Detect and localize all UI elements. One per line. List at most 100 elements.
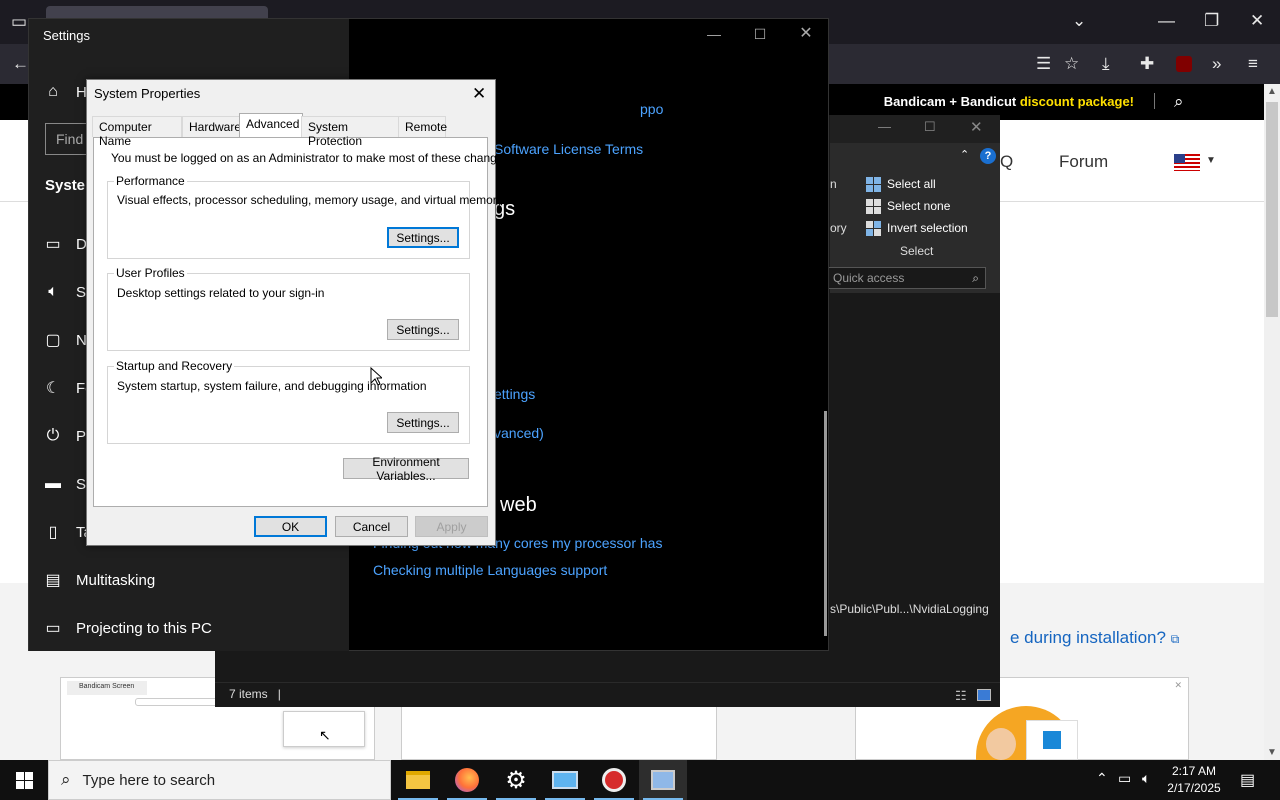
apply-button[interactable]: Apply (415, 516, 488, 537)
tab-remote[interactable]: Remote (398, 116, 447, 137)
performance-settings-button[interactable]: Settings... (387, 227, 459, 248)
sidebar-item-display[interactable]: ▭ D (44, 232, 86, 256)
select-none-label: Select none (887, 199, 951, 213)
collapse-ribbon-icon[interactable]: ⌃ (960, 148, 969, 161)
settings-title: Settings (43, 28, 90, 43)
firefox-icon (455, 768, 479, 792)
tab-system-protection[interactable]: System Protection (301, 116, 399, 148)
taskbar-app-firefox[interactable] (443, 760, 491, 800)
tab-computer-name[interactable]: Computer Name (92, 116, 182, 148)
clock-date: 2/17/2025 (1167, 781, 1221, 795)
close-icon[interactable]: ✕ (783, 19, 829, 49)
caret-down-icon[interactable]: ▼ (1206, 155, 1216, 166)
sidebar-item-notifications[interactable]: ▢ N (44, 328, 86, 352)
invert-selection-button[interactable]: Invert selection (866, 217, 968, 239)
file-path[interactable]: s\Public\Publ...\NvidiaLogging (830, 602, 989, 616)
start-button[interactable] (0, 760, 48, 800)
sidebar-item-storage[interactable]: ▬ St (44, 472, 90, 496)
minimize-icon[interactable]: — (691, 19, 737, 49)
cancel-button[interactable]: Cancel (335, 516, 408, 537)
ublock-icon[interactable] (1176, 56, 1192, 72)
tablet-icon: ▯ (48, 524, 58, 541)
taskbar-app-settings[interactable]: ⚙ (492, 760, 540, 800)
environment-variables-button[interactable]: Environment Variables... (343, 455, 469, 483)
select-all-button[interactable]: Select all (866, 173, 936, 195)
network-icon[interactable]: ▭ (1118, 770, 1131, 787)
settings-search-input[interactable]: Find (45, 123, 87, 155)
license-terms-link[interactable]: Software License Terms (494, 141, 643, 157)
clock[interactable]: 2:17 AM 2/17/2025 (1163, 763, 1225, 797)
home-icon: ⌂ (48, 83, 58, 100)
sidebar-item-multitasking[interactable]: ▤ Multitasking (44, 568, 155, 592)
volume-muted-icon[interactable]: 🔈︎ (1142, 770, 1150, 787)
help-icon[interactable]: ? (980, 148, 996, 164)
search-placeholder: Quick access (833, 271, 905, 285)
large-icons-view-icon[interactable] (977, 689, 991, 701)
item-count-text: 7 items (229, 687, 268, 701)
show-hidden-icons-icon[interactable]: ⌃ (1096, 770, 1108, 787)
bookmark-star-icon[interactable]: ☆ (1064, 54, 1079, 74)
related-settings-link[interactable]: ettings (494, 386, 535, 402)
taskbar-app-file-explorer[interactable] (394, 760, 442, 800)
search-icon: ⌕ (972, 271, 979, 285)
support-link[interactable]: ppo (640, 101, 663, 117)
close-icon[interactable]: ✕ (472, 84, 486, 104)
extensions-icon[interactable]: ✚ (1140, 54, 1154, 74)
help-from-web-heading: web (500, 494, 537, 516)
reader-view-icon[interactable]: ☰ (1036, 54, 1051, 74)
promo-banner[interactable]: Bandicam + Bandicut discount package! (884, 94, 1134, 109)
settings-scrollbar[interactable] (824, 411, 827, 636)
taskbar-search-box[interactable]: ⌕ Type here to search (48, 760, 391, 800)
restore-icon[interactable]: ❐ (1204, 11, 1219, 31)
nav-faq[interactable]: Q (1000, 152, 1013, 172)
hamburger-menu-icon[interactable]: ≡ (1248, 54, 1258, 74)
minimize-icon[interactable]: — (878, 119, 891, 134)
group-label: Performance (114, 174, 187, 188)
maximize-icon[interactable]: ☐ (924, 119, 936, 135)
close-icon[interactable]: ✕ (1250, 11, 1264, 31)
maximize-icon[interactable]: ☐ (737, 19, 783, 49)
ok-button[interactable]: OK (254, 516, 327, 537)
tab-label: System Protection (308, 120, 363, 148)
scroll-up-icon[interactable]: ▲ (1267, 86, 1277, 97)
overflow-chevrons-icon[interactable]: » (1212, 54, 1221, 74)
sidebar-item-projecting[interactable]: ▭ Projecting to this PC (44, 616, 212, 640)
sidebar-item-tablet[interactable]: ▯ Ta (44, 520, 92, 544)
close-icon[interactable]: ✕ (970, 118, 983, 136)
taskbar-app-remote-desktop[interactable] (541, 760, 589, 800)
us-flag-icon[interactable] (1174, 154, 1200, 171)
bandicam-icon (602, 768, 626, 792)
user-profiles-settings-button[interactable]: Settings... (387, 319, 459, 340)
nav-forum[interactable]: Forum (1059, 152, 1108, 172)
minimize-icon[interactable]: — (1158, 11, 1175, 31)
taskbar-app-system[interactable] (639, 760, 687, 800)
chevron-down-icon[interactable]: ⌄ (1072, 11, 1086, 31)
taskbar-app-bandicam[interactable] (590, 760, 638, 800)
multitasking-icon: ▤ (45, 572, 61, 589)
details-view-icon[interactable]: ☷ (955, 688, 967, 704)
back-arrow-icon[interactable]: ← (12, 54, 29, 74)
tab-hardware[interactable]: Hardware (182, 116, 241, 137)
faq-link[interactable]: e during installation? ⧉ (1010, 628, 1179, 648)
close-icon[interactable]: ✕ (1174, 680, 1182, 691)
help-link-languages[interactable]: Checking multiple Languages support (373, 562, 607, 578)
advanced-settings-link[interactable]: vanced) (494, 425, 544, 441)
scroll-down-icon[interactable]: ▼ (1267, 747, 1277, 758)
select-none-button[interactable]: Select none (866, 195, 950, 217)
divider (1154, 93, 1155, 109)
tab-advanced[interactable]: Advanced (239, 113, 303, 137)
startup-recovery-settings-button[interactable]: Settings... (387, 412, 459, 433)
ribbon-partial-label[interactable]: ory (830, 221, 847, 235)
select-all-icon (866, 176, 881, 192)
projecting-icon: ▭ (45, 620, 61, 637)
tab-list-icon[interactable]: ▭ (11, 12, 27, 32)
scrollbar-thumb[interactable] (1266, 102, 1278, 317)
search-icon: ⌕ (61, 770, 71, 789)
sidebar-item-home[interactable]: ⌂ H (44, 80, 87, 104)
site-search-icon[interactable]: ⌕ (1174, 92, 1184, 112)
sidebar-item-label: Projecting to this PC (76, 619, 212, 637)
ribbon-partial-label[interactable]: n (830, 177, 837, 191)
explorer-search-input[interactable]: Quick access ⌕ (828, 267, 986, 289)
notification-center-icon[interactable]: ▤ (1240, 770, 1255, 790)
download-icon[interactable]: ⤓ (1102, 54, 1110, 74)
